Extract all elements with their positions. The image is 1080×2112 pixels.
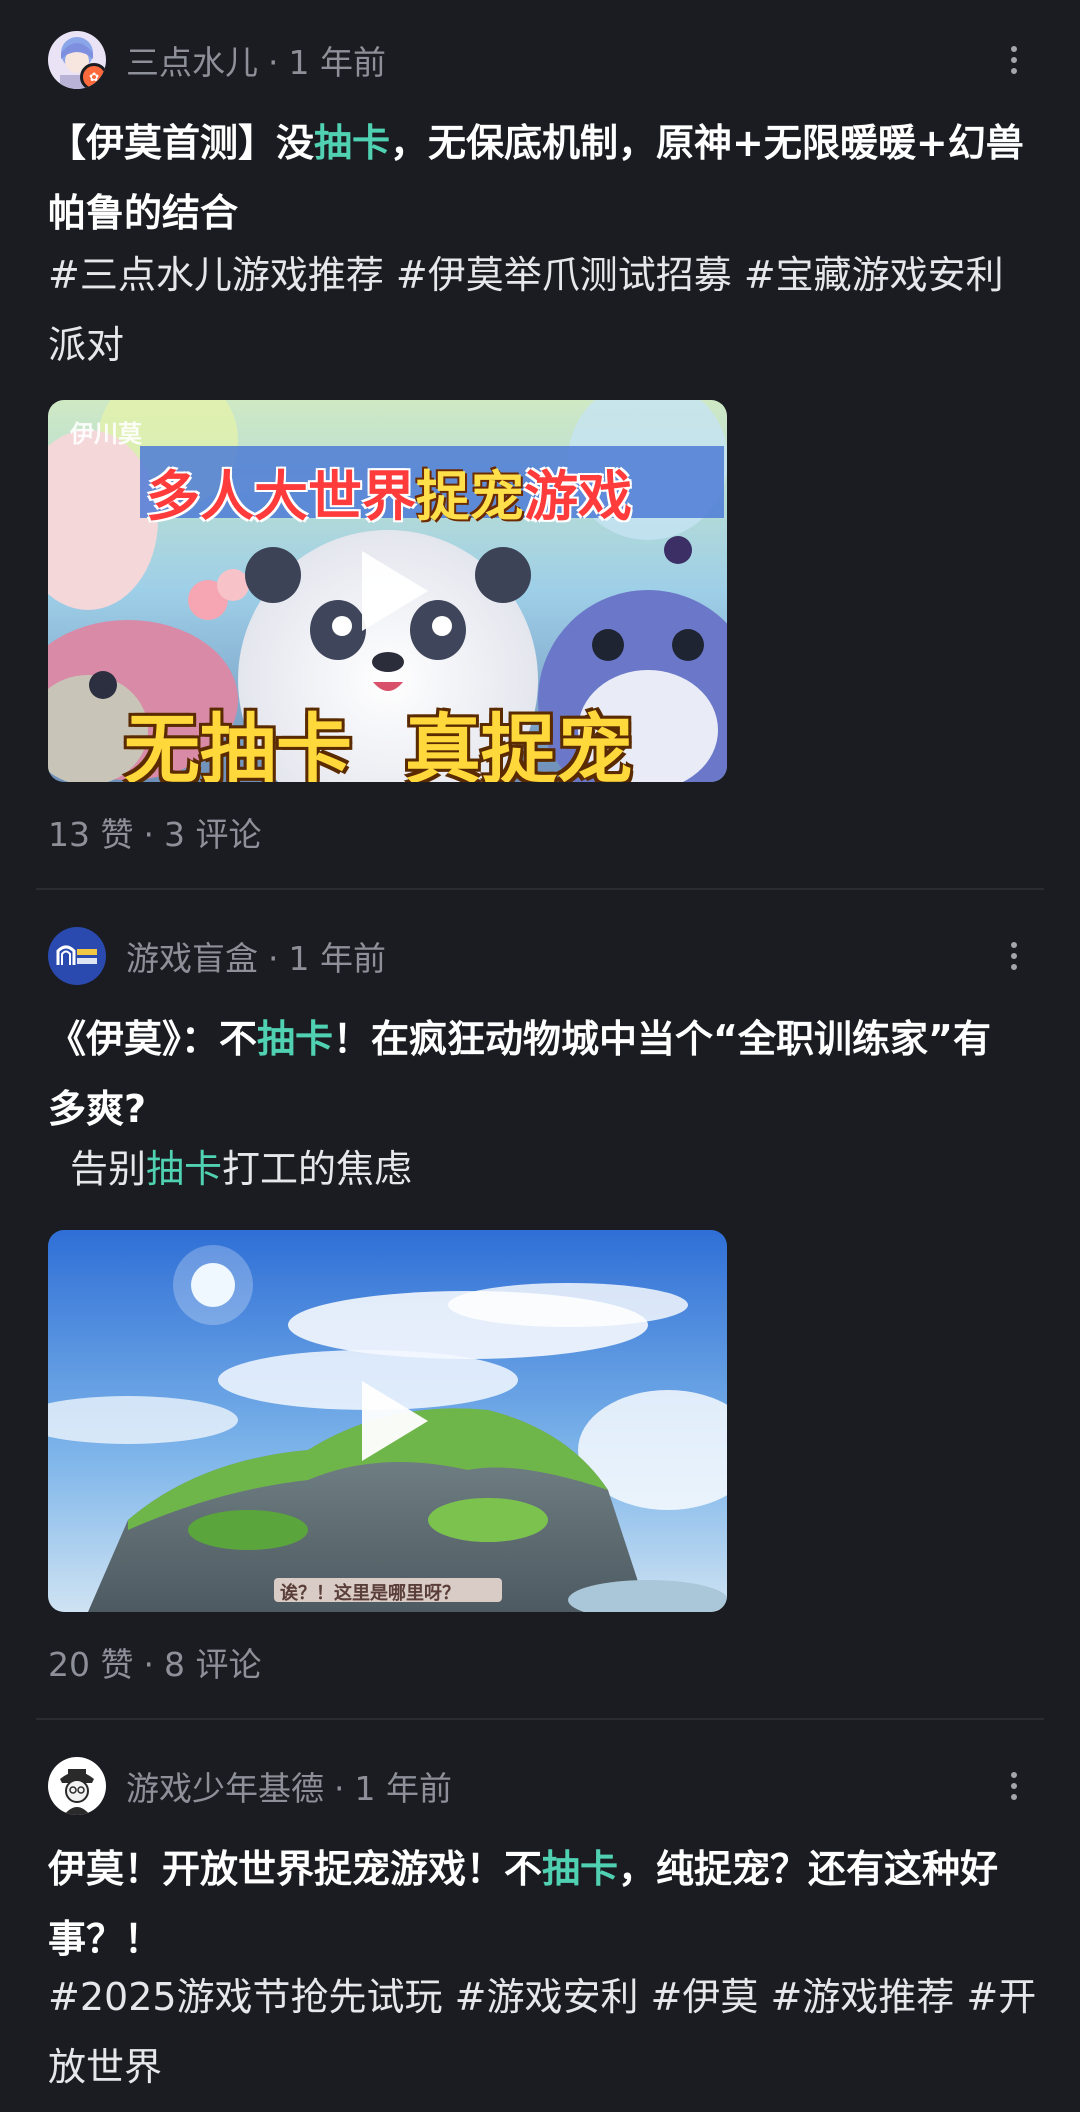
more-icon[interactable]: [996, 1768, 1032, 1804]
title-highlight: 抽卡: [542, 1847, 619, 1891]
post-tags[interactable]: #2025游戏节抢先试玩 #游戏安利 #伊莫 #游戏推荐 #开放世界: [48, 1962, 1038, 2102]
post-title[interactable]: 伊莫！开放世界捉宠游戏！不抽卡，纯捉宠？还有这种好事？！: [48, 1834, 1028, 1974]
separator: ·: [334, 1769, 345, 1808]
avatar[interactable]: [48, 1757, 106, 1815]
author-name[interactable]: 游戏少年基德: [126, 1769, 324, 1808]
post-header: 游戏少年基德 · 1 年前: [48, 1754, 1032, 1818]
post-time: 1 年前: [354, 1769, 453, 1808]
author-line: 游戏少年基德 · 1 年前: [126, 1762, 452, 1810]
post-card[interactable]: 游戏少年基德 · 1 年前 伊莫！开放世界捉宠游戏！不抽卡，纯捉宠？还有这种好事？！…: [0, 0, 1080, 2112]
title-text: 伊莫！开放世界捉宠游戏！不: [48, 1847, 543, 1891]
feed: ✿ 三点水儿 · 1 年前 【伊莫首测】没抽卡，无保底机制，原神+无限暖暖+幻兽帕鲁…: [0, 0, 1080, 2112]
